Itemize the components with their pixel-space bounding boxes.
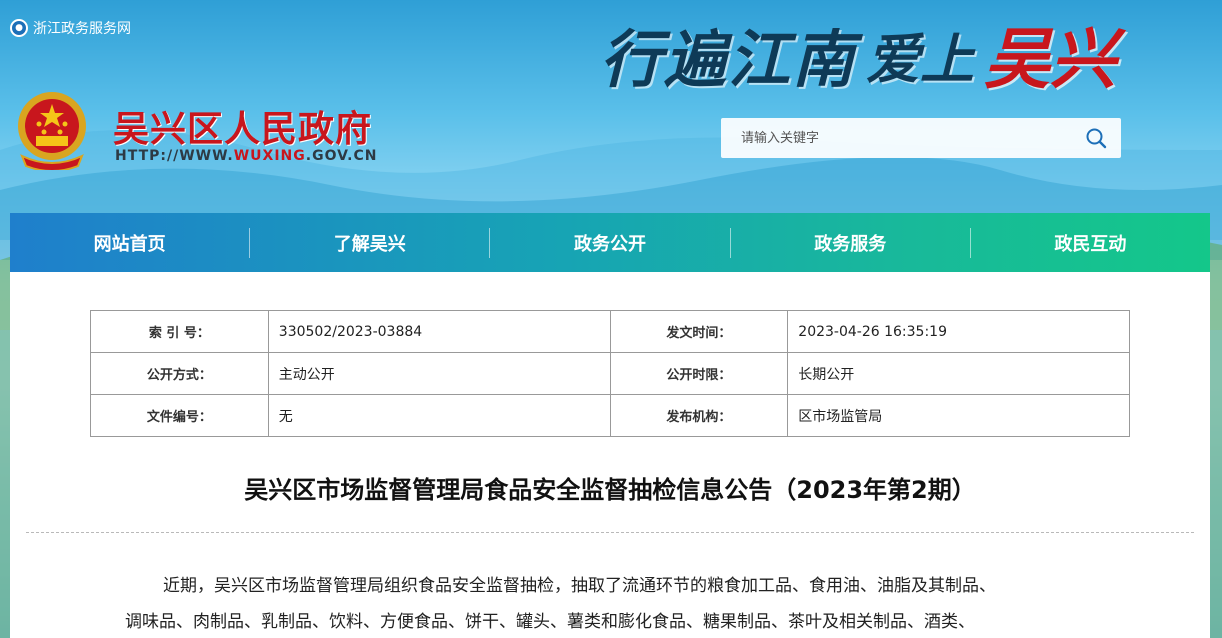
article-title: 吴兴区市场监督管理局食品安全监督抽检信息公告（2023年第2期）	[244, 476, 976, 504]
table-row: 索 引 号： 330502/2023-03884 发文时间： 2023-04-2…	[90, 310, 1130, 353]
document-meta-table: 索 引 号： 330502/2023-03884 发文时间： 2023-04-2…	[90, 310, 1130, 437]
meta-label-date: 发文时间：	[609, 310, 789, 353]
slogan-part2: 爱上	[866, 26, 975, 91]
site-title: 吴兴区人民政府	[113, 109, 373, 150]
search-button[interactable]	[1071, 118, 1121, 158]
content-panel: 索 引 号： 330502/2023-03884 发文时间： 2023-04-2…	[10, 272, 1210, 638]
main-nav: 网站首页 了解吴兴 政务公开 政务服务 政民互动	[10, 213, 1210, 272]
table-row: 公开方式： 主动公开 公开时限： 长期公开	[90, 352, 1130, 395]
search-input[interactable]	[721, 118, 1071, 158]
meta-label-document-number: 文件编号：	[90, 394, 269, 437]
article-body: 近期，吴兴区市场监督管理局组织食品安全监督抽检，抽取了流通环节的粮食加工品、食用…	[125, 568, 1100, 638]
search-icon	[1086, 128, 1107, 149]
article-line: 近期，吴兴区市场监督管理局组织食品安全监督抽检，抽取了流通环节的粮食加工品、食用…	[163, 576, 996, 596]
zhejiang-service-label: 浙江政务服务网	[33, 21, 131, 37]
meta-label-disclosure-method: 公开方式：	[90, 352, 269, 395]
meta-value-disclosure-method: 主动公开	[267, 352, 611, 395]
meta-value-date: 2023-04-26 16:35:19	[787, 310, 1130, 353]
meta-label-disclosure-period: 公开时限：	[609, 352, 789, 395]
nav-public-interaction[interactable]: 政民互动	[971, 213, 1210, 272]
meta-label-index: 索 引 号：	[90, 310, 269, 353]
slogan-part3: 吴兴	[984, 20, 1117, 98]
meta-value-index: 330502/2023-03884	[267, 310, 611, 353]
table-row: 文件编号： 无 发布机构： 区市场监管局	[90, 394, 1130, 437]
article-line: 调味品、肉制品、乳制品、饮料、方便食品、饼干、罐头、薯类和膨化食品、糖果制品、茶…	[125, 612, 975, 632]
nav-about-wuxing[interactable]: 了解吴兴	[250, 213, 489, 272]
national-emblem-icon	[18, 92, 86, 170]
title-divider	[26, 532, 1194, 533]
site-url-prefix: HTTP://WWW.	[115, 148, 234, 164]
search-box	[721, 118, 1121, 158]
nav-home[interactable]: 网站首页	[10, 213, 249, 272]
meta-value-document-number: 无	[267, 394, 611, 437]
site-url-suffix: .GOV.CN	[305, 148, 378, 164]
nav-government-services[interactable]: 政务服务	[731, 213, 970, 272]
zhejiang-service-link[interactable]: ● 浙江政务服务网	[10, 17, 131, 39]
gov-service-icon: ●	[10, 19, 28, 37]
site-url: HTTP://WWW.WUXING.GOV.CN	[115, 148, 377, 164]
slogan-part1: 行遍江南	[600, 23, 857, 96]
meta-value-disclosure-period: 长期公开	[787, 352, 1130, 395]
meta-label-publisher: 发布机构：	[609, 394, 789, 437]
site-url-highlight: WUXING	[233, 148, 306, 164]
nav-government-affairs[interactable]: 政务公开	[490, 213, 729, 272]
banner-slogan: 行遍江南 爱上 吴兴	[600, 8, 1180, 100]
meta-value-publisher: 区市场监管局	[787, 394, 1130, 437]
